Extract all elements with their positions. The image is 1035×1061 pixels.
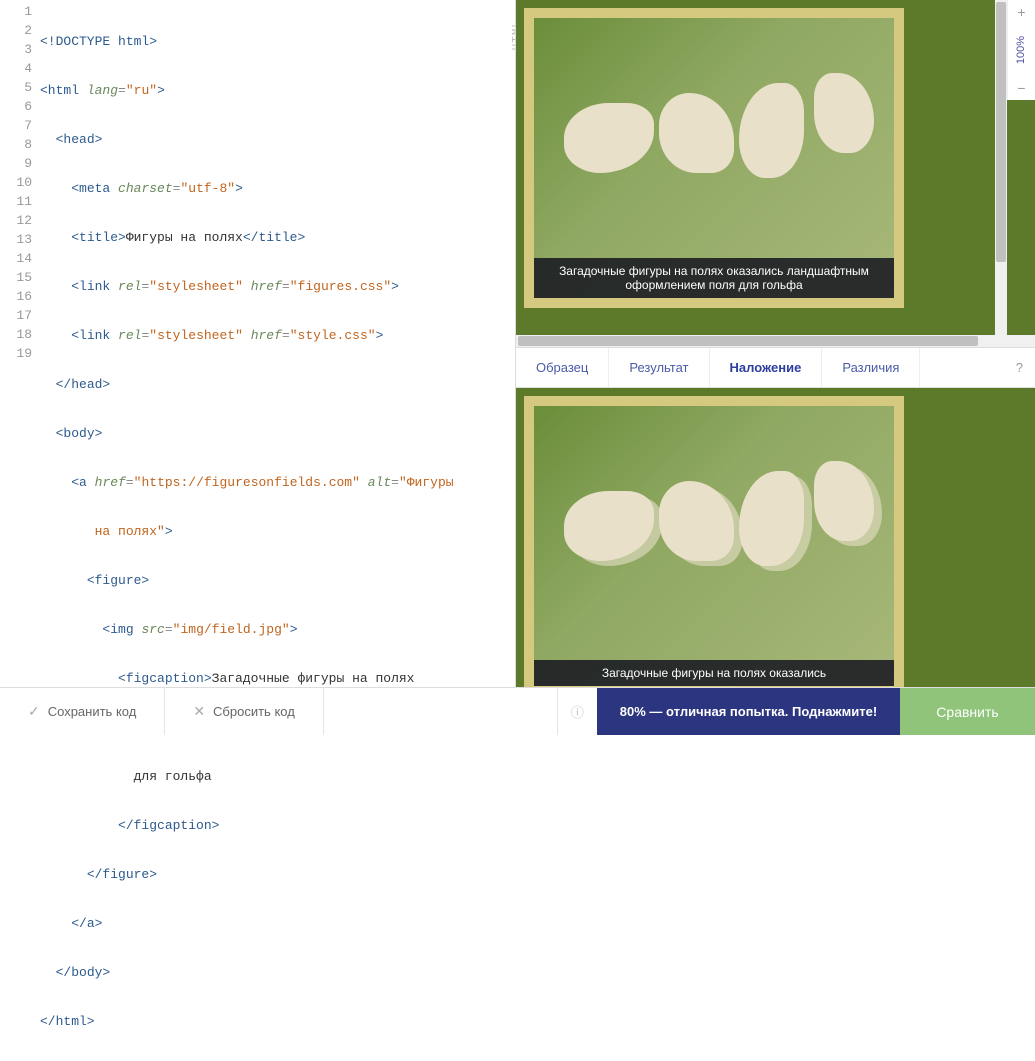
scrollbar-thumb[interactable] <box>518 336 978 346</box>
info-icon: ⓘ <box>571 702 584 721</box>
line-number: 14 <box>0 249 32 268</box>
line-number: 15 <box>0 268 32 287</box>
tab-result[interactable]: Результат <box>609 348 709 387</box>
preview-pane: Загадочные фигуры на полях оказались лан… <box>515 0 1035 687</box>
sand-bunker <box>659 93 734 173</box>
tab-sample[interactable]: Образец <box>516 348 609 387</box>
sand-bunker <box>739 83 804 178</box>
line-number: 10 <box>0 173 32 192</box>
line-number: 4 <box>0 59 32 78</box>
figure-caption: Загадочные фигуры на полях оказались <box>534 660 894 686</box>
status-message: 80% — отличная попытка. Поднажмите! <box>597 688 900 735</box>
line-number-gutter: 1 2 3 4 5 6 7 8 9 10 11 12 13 14 15 16 1… <box>0 0 40 687</box>
sand-bunker <box>814 73 874 153</box>
figure-caption: Загадочные фигуры на полях оказались лан… <box>534 258 894 298</box>
line-number: 6 <box>0 97 32 116</box>
preview-result-area: Загадочные фигуры на полях оказались лан… <box>516 0 1035 335</box>
line-number: 9 <box>0 154 32 173</box>
zoom-percent: 100% <box>1016 36 1028 64</box>
sand-bunker-ghost <box>572 496 662 566</box>
save-label: Сохранить код <box>48 704 137 719</box>
preview-overlay-area: Загадочные фигуры на полях оказались <box>516 388 1035 687</box>
line-number: 3 <box>0 40 32 59</box>
checkmark-icon: ✓ <box>28 703 40 720</box>
compare-label: Сравнить <box>936 704 998 720</box>
sand-bunker <box>564 103 654 173</box>
close-icon: ✕ <box>193 703 205 720</box>
line-number: 18 <box>0 325 32 344</box>
line-number: 17 <box>0 306 32 325</box>
figure-frame[interactable]: Загадочные фигуры на полях оказались <box>524 396 904 687</box>
line-number: 16 <box>0 287 32 306</box>
reset-code-button[interactable]: ✕ Сбросить код <box>165 688 324 735</box>
line-number: 7 <box>0 116 32 135</box>
zoom-controls: + 100% − <box>1007 0 1035 100</box>
line-number: 2 <box>0 21 32 40</box>
help-button[interactable]: ? <box>1004 348 1035 387</box>
sand-bunker-ghost <box>667 486 742 566</box>
line-number: 8 <box>0 135 32 154</box>
figure-frame[interactable]: Загадочные фигуры на полях оказались лан… <box>524 8 904 308</box>
field-image: Загадочные фигуры на полях оказались лан… <box>534 18 894 298</box>
info-button[interactable]: ⓘ <box>557 688 597 735</box>
line-number: 13 <box>0 230 32 249</box>
bottom-toolbar: ✓ Сохранить код ✕ Сбросить код ⓘ 80% — о… <box>0 687 1035 735</box>
line-number: 19 <box>0 344 32 363</box>
line-number: 11 <box>0 192 32 211</box>
vertical-scrollbar[interactable] <box>995 0 1007 335</box>
compare-button[interactable]: Сравнить <box>900 688 1035 735</box>
scrollbar-thumb[interactable] <box>996 2 1006 262</box>
preview-tabs: Образец Результат Наложение Различия ? <box>516 347 1035 388</box>
tab-overlay[interactable]: Наложение <box>710 348 823 387</box>
zoom-out-button[interactable]: − <box>1013 76 1029 100</box>
code-editor[interactable]: <!DOCTYPE html> <html lang="ru"> <head> … <box>40 0 515 687</box>
zoom-in-button[interactable]: + <box>1013 0 1029 24</box>
tab-differences[interactable]: Различия <box>822 348 920 387</box>
reset-label: Сбросить код <box>213 704 295 719</box>
line-number: 5 <box>0 78 32 97</box>
toolbar-spacer <box>324 688 557 735</box>
horizontal-scrollbar[interactable] <box>516 335 1035 347</box>
save-code-button[interactable]: ✓ Сохранить код <box>0 688 165 735</box>
field-image: Загадочные фигуры на полях оказались <box>534 406 894 686</box>
code-editor-pane: HTML 1 2 3 4 5 6 7 8 9 10 11 12 13 14 15… <box>0 0 515 687</box>
line-number: 1 <box>0 2 32 21</box>
sand-bunker-ghost <box>822 466 882 546</box>
line-number: 12 <box>0 211 32 230</box>
